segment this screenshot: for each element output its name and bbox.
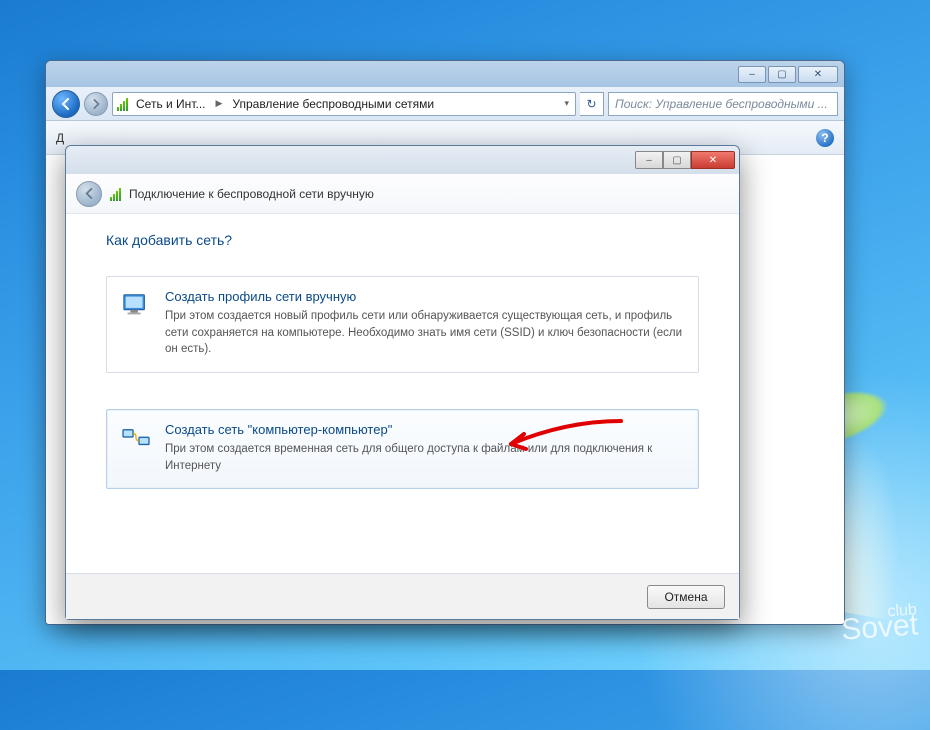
- wizard-title: Подключение к беспроводной сети вручную: [129, 187, 374, 201]
- option1-desc: При этом создается новый профиль сети ил…: [165, 308, 684, 358]
- outer-close-button[interactable]: ✕: [798, 66, 838, 83]
- option2-title: Создать сеть "компьютер-компьютер": [165, 422, 684, 437]
- watermark-big: Sovet: [840, 608, 919, 646]
- nav-row: Сеть и Инт... ▶ Управление беспроводными…: [46, 87, 844, 121]
- wizard-dialog: – ▢ ✕ Подключение к беспроводной сети вр…: [65, 145, 740, 620]
- wireless-icon: [117, 97, 128, 111]
- wireless-icon: [110, 187, 121, 201]
- search-input[interactable]: Поиск: Управление беспроводными ...: [608, 92, 838, 116]
- nav-forward-button[interactable]: [84, 92, 108, 116]
- adhoc-network-icon: [121, 424, 151, 454]
- nav-back-button[interactable]: [52, 90, 80, 118]
- monitor-icon: [121, 291, 151, 321]
- wizard-body: Как добавить сеть? Создать профиль сети …: [66, 214, 739, 573]
- address-bar[interactable]: Сеть и Инт... ▶ Управление беспроводными…: [112, 92, 576, 116]
- breadcrumb-part-1[interactable]: Сеть и Инт...: [132, 95, 209, 113]
- wizard-heading: Как добавить сеть?: [106, 232, 699, 248]
- option-create-profile-manually[interactable]: Создать профиль сети вручную При этом со…: [106, 276, 699, 373]
- wizard-header: Подключение к беспроводной сети вручную: [66, 174, 739, 214]
- watermark: club Sovet: [840, 605, 919, 643]
- wizard-close-button[interactable]: ✕: [691, 151, 735, 169]
- wizard-footer: Отмена: [66, 573, 739, 619]
- option2-desc: При этом создается временная сеть для об…: [165, 441, 684, 474]
- watermark-small: club: [840, 605, 917, 623]
- option1-title: Создать профиль сети вручную: [165, 289, 684, 304]
- help-icon[interactable]: ?: [816, 129, 834, 147]
- breadcrumb-sep-icon: ▶: [213, 98, 224, 109]
- option-create-adhoc-network[interactable]: Создать сеть "компьютер-компьютер" При э…: [106, 409, 699, 489]
- toolbar-left-text: Д: [56, 131, 64, 145]
- wizard-back-button[interactable]: [76, 181, 102, 207]
- cancel-button[interactable]: Отмена: [647, 585, 725, 609]
- outer-titlebar: – ▢ ✕: [46, 61, 844, 87]
- wizard-maximize-button[interactable]: ▢: [663, 151, 691, 169]
- search-placeholder: Поиск: Управление беспроводными ...: [615, 97, 828, 111]
- wizard-titlebar: – ▢ ✕: [66, 146, 739, 174]
- breadcrumb-part-2[interactable]: Управление беспроводными сетями: [228, 95, 438, 113]
- outer-maximize-button[interactable]: ▢: [768, 66, 796, 83]
- breadcrumb-dropdown-icon[interactable]: ▾: [562, 98, 571, 109]
- refresh-button[interactable]: ↻: [580, 92, 604, 116]
- outer-minimize-button[interactable]: –: [738, 66, 766, 83]
- wizard-minimize-button[interactable]: –: [635, 151, 663, 169]
